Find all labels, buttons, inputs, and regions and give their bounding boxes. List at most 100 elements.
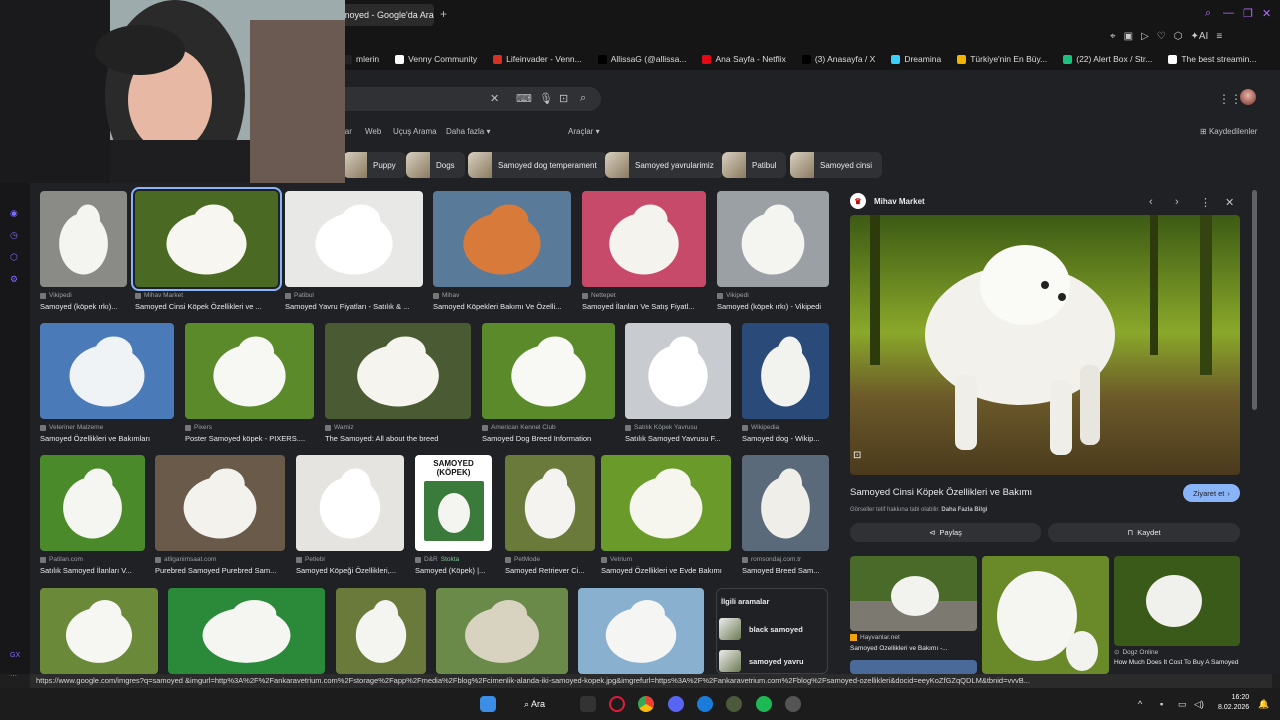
result-thumbnail[interactable] — [168, 588, 325, 674]
chip-samoyed-dog-temperament[interactable]: Samoyed dog temperament — [468, 152, 607, 178]
result-thumbnail[interactable] — [436, 588, 568, 674]
snapshot-icon[interactable]: ▣ — [1124, 31, 1133, 42]
chip-samoyed-cinsi[interactable]: Samoyed cinsi — [790, 152, 883, 178]
search-tabs-icon[interactable]: ⌕ — [1205, 7, 1211, 20]
bookmark-item[interactable]: Türkiye'nin En Büy... — [957, 54, 1047, 64]
result-thumbnail[interactable] — [155, 455, 285, 551]
result-thumbnail[interactable]: SAMOYED (KÖPEK) — [415, 455, 492, 551]
result-thumbnail[interactable] — [285, 191, 423, 287]
bookmark-item[interactable]: AllissaG (@allissa... — [597, 54, 686, 64]
volume-icon[interactable]: ◁) — [1194, 699, 1204, 710]
result-title[interactable]: Samoyed Köpeği Özellikleri,... — [296, 566, 412, 575]
result-title[interactable]: Samoyed Breed Sam... — [742, 566, 837, 575]
history-icon[interactable]: ◷ — [10, 230, 18, 241]
result-thumbnail[interactable] — [336, 588, 426, 674]
extensions-icon[interactable]: ⬡ — [1174, 31, 1183, 42]
bookmark-item[interactable]: mlerin — [343, 54, 379, 64]
app-icon[interactable] — [726, 696, 742, 712]
bookmark-item[interactable]: (22) Alert Box / Str... — [1063, 54, 1152, 64]
result-title[interactable]: Samoyed Cinsi Köpek Özellikleri ve ... — [135, 302, 286, 311]
chip-dogs[interactable]: Dogs — [406, 152, 465, 178]
spotify-icon[interactable] — [756, 696, 772, 712]
lens-icon[interactable]: ⊡ — [559, 92, 568, 105]
settings-icon[interactable]: ⚙ — [10, 274, 18, 285]
tools-button[interactable]: Araçlar ▾ — [568, 127, 600, 136]
bookmark-item[interactable]: (3) Anasayfa / X — [801, 54, 875, 64]
visit-button[interactable]: Ziyaret et › — [1183, 484, 1240, 502]
result-title[interactable]: Samoyed İlanları Ve Satış Fiyatl... — [582, 302, 714, 311]
lens-search-icon[interactable]: ⊡ — [853, 450, 867, 464]
bookmark-item[interactable]: The best streamin... — [1168, 54, 1256, 64]
bookmark-item[interactable]: Venny Community — [395, 54, 477, 64]
scrollbar[interactable] — [1252, 190, 1257, 410]
result-thumbnail[interactable] — [296, 455, 404, 551]
result-thumbnail[interactable] — [742, 323, 829, 419]
pin-icon[interactable]: ⌖ — [1110, 31, 1116, 42]
extensions-sidebar-icon[interactable]: ⬡ — [10, 252, 18, 263]
clear-search-icon[interactable]: ✕ — [490, 92, 499, 105]
result-title[interactable]: Samoyed dog - Wikip... — [742, 434, 837, 443]
result-title[interactable]: Poster Samoyed köpek - PIXERS.... — [185, 434, 322, 443]
play-icon[interactable]: ▷ — [1141, 31, 1149, 42]
tab-active[interactable]: moyed - Google'da Ara — [330, 4, 434, 26]
close-preview-icon[interactable]: ✕ — [1225, 196, 1234, 209]
share-button[interactable]: ⊲ Paylaş — [850, 523, 1041, 542]
result-thumbnail[interactable] — [625, 323, 731, 419]
preview-site[interactable]: ♛ Mihav Market — [850, 193, 925, 209]
bookmark-item[interactable]: Dreamina — [891, 54, 941, 64]
result-thumbnail[interactable] — [601, 455, 731, 551]
tab-more[interactable]: Daha fazla ▾ — [446, 127, 491, 136]
result-title[interactable]: Samoyed (köpek ırkı) - Vikipedi — [717, 302, 837, 311]
preview-title[interactable]: Samoyed Cinsi Köpek Özellikleri ve Bakım… — [850, 487, 1032, 498]
result-title[interactable]: Satılık Samoyed Yavrusu F... — [625, 434, 739, 443]
player-icon[interactable]: ◉ — [10, 208, 18, 219]
result-title[interactable]: Satılık Samoyed İlanları V... — [40, 566, 153, 575]
windows-start-icon[interactable] — [480, 696, 496, 712]
result-title[interactable]: Samoyed Retriever Ci... — [505, 566, 603, 575]
result-thumbnail[interactable] — [505, 455, 595, 551]
tab-flights[interactable]: Uçuş Arama — [393, 127, 437, 136]
result-title[interactable]: The Samoyed: All about the breed — [325, 434, 479, 443]
related-item[interactable]: samoyed yavru — [719, 649, 827, 673]
result-title[interactable]: Samoyed Köpekleri Bakımı Ve Özelli... — [433, 302, 579, 311]
mic-icon[interactable]: 🎙 — [539, 92, 553, 105]
result-thumbnail[interactable] — [40, 323, 174, 419]
result-title[interactable]: Samoyed Dog Breed Information — [482, 434, 623, 443]
result-title[interactable]: Samoyed (Köpek) |... — [415, 566, 500, 575]
result-thumbnail[interactable] — [742, 455, 829, 551]
related-image[interactable] — [850, 556, 977, 631]
result-thumbnail[interactable] — [185, 323, 314, 419]
result-thumbnail[interactable] — [482, 323, 615, 419]
result-title[interactable]: Samoyed Özellikleri ve Evde Bakımı — [601, 566, 739, 575]
result-title[interactable]: Samoyed Yavru Fiyatları - Satılık & ... — [285, 302, 431, 311]
heart-icon[interactable]: ♡ — [1157, 31, 1166, 42]
result-title[interactable]: Samoyed (köpek ırkı)... — [40, 302, 135, 311]
save-button[interactable]: ⊓ Kaydet — [1048, 523, 1240, 542]
more-info-link[interactable]: Daha Fazla Bilgi — [941, 507, 987, 513]
tab-web[interactable]: Web — [365, 127, 381, 136]
result-thumbnail[interactable] — [325, 323, 471, 419]
more-sidebar-icon[interactable]: ⋯ — [10, 672, 17, 680]
apps-grid-icon[interactable]: ⋮⋮ — [1218, 92, 1242, 106]
next-icon[interactable]: › — [1175, 196, 1179, 208]
result-thumbnail[interactable] — [40, 455, 145, 551]
result-title[interactable]: Purebred Samoyed Purebred Sam... — [155, 566, 293, 575]
opera-gx-icon[interactable] — [609, 696, 625, 712]
maximize-icon[interactable]: ❐ — [1243, 7, 1253, 20]
ai-icon[interactable]: ✦AI — [1191, 31, 1209, 42]
bookmark-item[interactable]: Lifeinvader - Venn... — [493, 54, 582, 64]
edge-icon[interactable] — [697, 696, 713, 712]
clock[interactable]: 16:20 8.02.2026 — [1218, 693, 1249, 713]
chrome-icon[interactable] — [638, 696, 654, 712]
result-thumbnail[interactable] — [40, 588, 158, 674]
result-title[interactable]: Samoyed Özellikleri ve Bakımları — [40, 434, 182, 443]
result-thumbnail[interactable] — [578, 588, 704, 674]
tray-app-icon[interactable]: ▪ — [1160, 699, 1163, 709]
discord-icon[interactable] — [668, 696, 684, 712]
bookmark-item[interactable]: Ana Sayfa - Netflix — [702, 54, 786, 64]
related-image[interactable] — [982, 556, 1109, 674]
related-image[interactable] — [1114, 556, 1240, 646]
task-view-icon[interactable] — [580, 696, 596, 712]
prev-icon[interactable]: ‹ — [1149, 196, 1153, 208]
chip-puppy[interactable]: Puppy — [343, 152, 406, 178]
